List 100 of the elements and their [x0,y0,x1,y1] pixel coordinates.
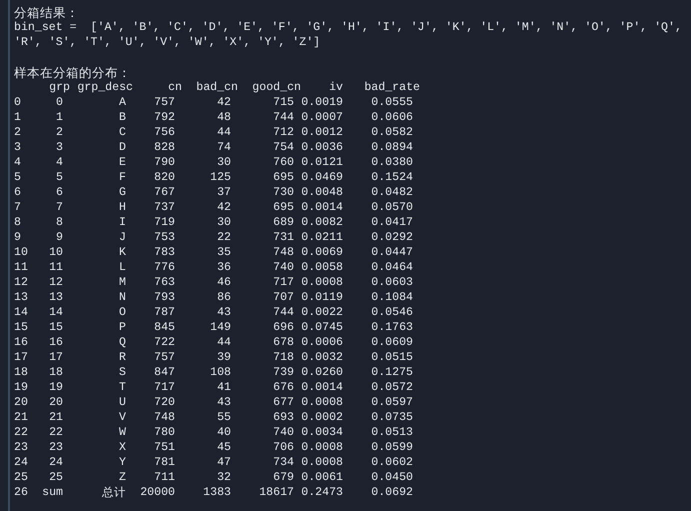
table-cell: 748 [154,411,175,424]
table-cell: J [119,231,126,244]
table-cell: V [119,411,126,424]
table-cell: O [119,306,126,319]
table-cell: 0.2473 [301,486,343,499]
table-cell: C [119,126,126,139]
column-header: bad_cn [196,81,238,94]
table-cell: 0.0082 [301,216,343,229]
table-cell: 6 [56,186,63,199]
table-cell: H [119,201,126,214]
table-cell: 678 [273,336,294,349]
table-cell: 0.0745 [301,321,343,334]
table-cell: 41 [217,381,231,394]
table-cell: 22 [49,426,63,439]
table-cell: 18617 [259,486,294,499]
table-cell: 43 [217,396,231,409]
table-cell: 149 [210,321,231,334]
table-cell: 711 [154,471,175,484]
table-cell: 20 [49,396,63,409]
output-text: 'R', 'S', 'T', 'U', 'V', 'W', 'X', 'Y', 'Z'] [14,35,320,50]
row-index: 3 [14,141,21,154]
table-cell: 30 [217,156,231,169]
table-cell: 0.0211 [301,231,343,244]
row-index: 19 [14,381,28,394]
table-cell: 0.0048 [301,186,343,199]
table-cell: 0.0121 [301,156,343,169]
table-cell: 0.0570 [371,201,413,214]
row-index: 22 [14,426,28,439]
table-cell: 717 [273,276,294,289]
table-cell: 744 [273,111,294,124]
column-header: grp [49,81,70,94]
table-cell: 24 [49,456,63,469]
table-cell: 0.0609 [371,336,413,349]
table-cell: 0.0515 [371,351,413,364]
table-cell: 0.0469 [301,171,343,184]
table-cell: 0.1275 [371,366,413,379]
table-cell: 792 [154,111,175,124]
table-cell: 0.1524 [371,171,413,184]
table-cell: 731 [273,231,294,244]
table-cell: B [119,111,126,124]
table-cell: R [119,351,126,364]
table-cell: 42 [217,201,231,214]
table-cell: 0.0599 [371,441,413,454]
column-header: iv [329,81,343,94]
table-cell: 693 [273,411,294,424]
table-cell: L [119,261,126,274]
table-cell: 793 [154,291,175,304]
output-text: bin_set = ['A', 'B', 'C', 'D', 'E', 'F', 'G', 'H', 'I', 'J', 'K', 'L', 'M', 'N', 'O', 'P', 'Q', [14,20,682,35]
table-cell: 676 [273,381,294,394]
table-cell: 0.0602 [371,456,413,469]
table-cell: 0.0292 [371,231,413,244]
table-cell: 0.0032 [301,351,343,364]
table-cell: 12 [49,276,63,289]
table-cell: 753 [154,231,175,244]
table-cell: 125 [210,171,231,184]
table-cell: 19 [49,381,63,394]
table-cell: 0.0008 [301,276,343,289]
row-index: 4 [14,156,21,169]
table-cell: 0.0447 [371,246,413,259]
table-cell: 739 [273,366,294,379]
table-cell: 108 [210,366,231,379]
table-cell: 0.0119 [301,291,343,304]
table-cell: 48 [217,111,231,124]
table-cell: 740 [273,261,294,274]
table-cell: 0.0260 [301,366,343,379]
table-cell: 42 [217,96,231,109]
table-cell: 32 [217,471,231,484]
table-cell: 730 [273,186,294,199]
table-cell: E [119,156,126,169]
table-cell: Y [119,456,126,469]
row-index: 0 [14,96,21,109]
row-index: 5 [14,171,21,184]
table-cell: 9 [56,231,63,244]
table-cell: 0.0597 [371,396,413,409]
table-cell: 790 [154,156,175,169]
table-cell: 30 [217,216,231,229]
table-cell: 0.0008 [301,456,343,469]
table-cell: 22 [217,231,231,244]
table-cell: I [119,216,126,229]
table-cell: F [119,171,126,184]
table-cell: 55 [217,411,231,424]
table-cell: 23 [49,441,63,454]
table-cell: 783 [154,246,175,259]
table-cell: 0.0058 [301,261,343,274]
table-cell: 0.0002 [301,411,343,424]
table-cell: 11 [49,261,63,274]
table-cell: 718 [273,351,294,364]
table-cell: 0.0014 [301,381,343,394]
table-cell: A [119,96,126,109]
table-cell: 0.0692 [371,486,413,499]
row-index: 12 [14,276,28,289]
table-cell: D [119,141,126,154]
row-index: 20 [14,396,28,409]
table-cell: 0.0036 [301,141,343,154]
column-header: cn [168,81,182,94]
table-cell: 780 [154,426,175,439]
table-cell: 695 [273,201,294,214]
table-cell: 0.0894 [371,141,413,154]
table-cell: 756 [154,126,175,139]
table-cell: 679 [273,471,294,484]
